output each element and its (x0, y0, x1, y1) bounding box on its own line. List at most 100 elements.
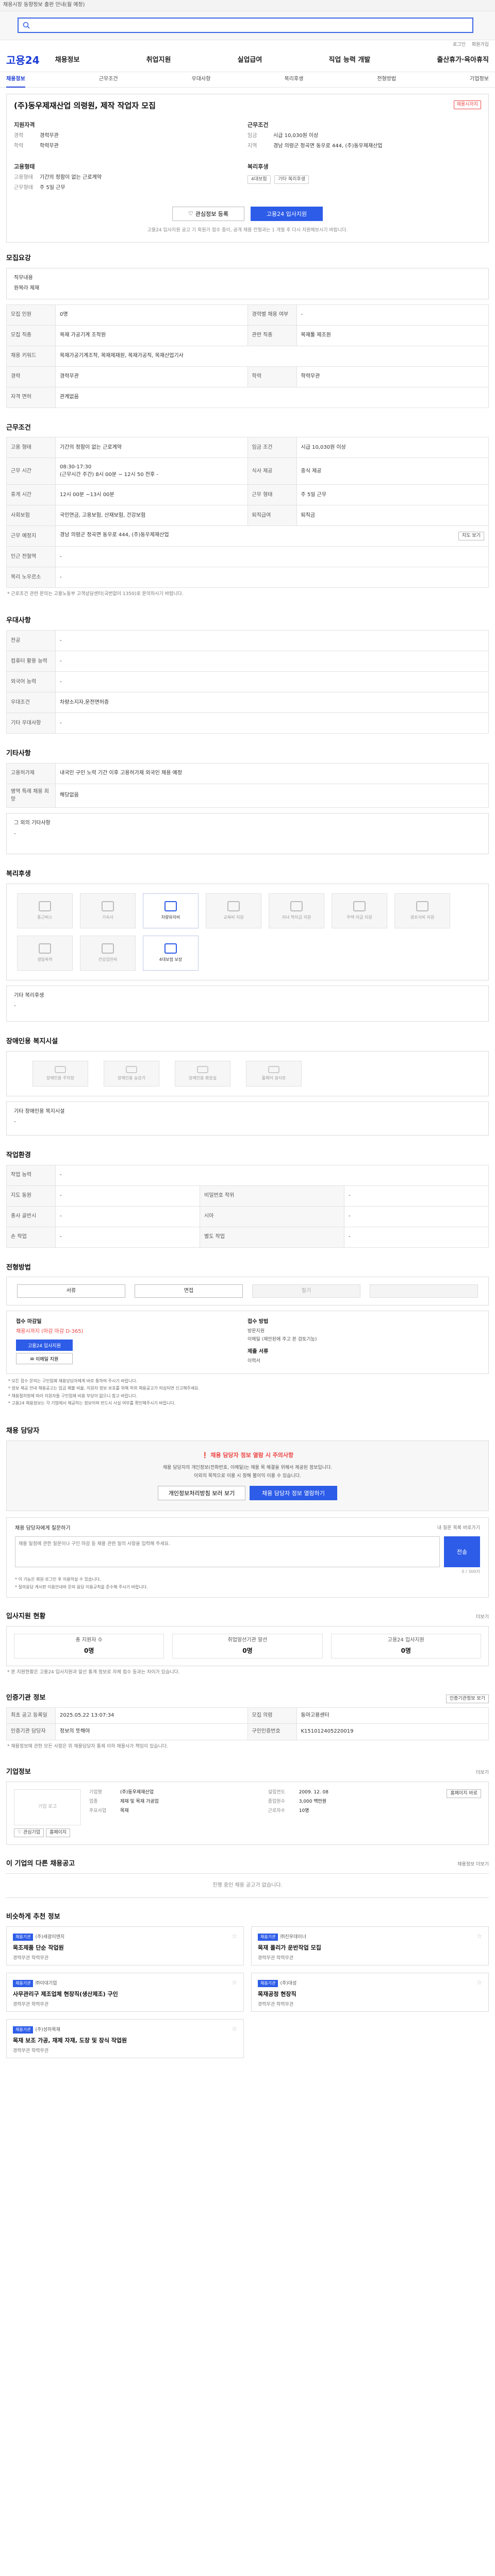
map-view-button[interactable]: 지도 보기 (458, 532, 484, 541)
table-row: 병역 특례 채용 희망 해당없음 (6, 784, 489, 808)
warning-title: ❗ 채용 담당자 정보 열람 시 주의사항 (201, 1451, 294, 1459)
deadline-text: 채용시까지 (마감 마감 D-365) (16, 1328, 84, 1334)
kv-education: 학력 학력무관 (14, 143, 59, 149)
company-more-link[interactable]: 더보기 (476, 1770, 489, 1776)
envelope-icon (416, 901, 428, 912)
welfare-item-housing: 주택 자금 지원 (332, 893, 387, 928)
table-row: 지도 동원 - 비밀번호 작위 - (6, 1185, 489, 1207)
table-row: 외국어 능력 - (6, 671, 489, 693)
gnb-item-jobs[interactable]: 채용정보 (55, 56, 80, 65)
company-logo: 기업 로고 (14, 1789, 81, 1825)
table-row: 복리 노우르소 - (6, 567, 489, 588)
welfare-item-dorm: 기숙사 (80, 893, 136, 928)
shield-icon (164, 943, 177, 954)
section-recommend: 비슷하게 추천 정보 채용기관 (주)세광이엔지 ☆ 목조제품 단순 작업원 경력… (6, 1898, 489, 2074)
table-row: 작업 능력 - (6, 1164, 489, 1186)
status-more-link[interactable]: 더보기 (476, 1614, 489, 1621)
parking-icon (55, 1065, 66, 1073)
save-interest-button[interactable]: ♡ 관심정보 등록 (172, 206, 244, 221)
etc-extra-box: 그 외의 기타사항 - (6, 813, 489, 855)
disabled-item-toilet: 장애인용 화장실 (175, 1060, 230, 1087)
gnb-item-leave[interactable]: 출산휴가·육아휴직 (437, 56, 489, 65)
homepage-button[interactable]: 홈페이지 (46, 1828, 71, 1837)
signup-link[interactable]: 회원가입 (472, 42, 489, 48)
privacy-policy-button[interactable]: 개인정보처리방침 보러 보기 (158, 1485, 245, 1500)
page: 채용시장 동향정보 출판 안내(월 예정) 로그인 회원가입 고용24 채용정보… (0, 0, 495, 2074)
agency-info-button[interactable]: 인증기관정보 보기 (446, 1694, 489, 1704)
section-agency: 인증기관 정보 인증기관정보 보기 최초 공고 등록일 2025.05.22 13… (6, 1679, 489, 1753)
workenv-table: 작업 능력 - 지도 동원 - 비밀번호 작위 - 종사 골반시 - 시아 - 손 작업 - 별도… (6, 1164, 489, 1248)
job-desc-box: 직무내용 원목라 제재 (6, 267, 489, 299)
alert-icon: ❗ (201, 1451, 211, 1459)
recommend-card[interactable]: 채용기관 ㈜이대기업 ☆ 사무관리구 제조업체 현장직(생산제조) 구인 경력무관… (6, 1973, 244, 2012)
tab-process[interactable]: 전형방법 (377, 76, 396, 83)
gnb-item-training[interactable]: 직업 능력 개발 (328, 56, 370, 65)
section-title: 모집요강 (6, 254, 31, 262)
recommend-card[interactable]: 채용기관 (주)성하목재 ☆ 목재 보조 가공, 재제 자재, 도장 및 장식 작… (6, 2019, 244, 2058)
table-row: 인근 전철역 - (6, 546, 489, 568)
tab-company[interactable]: 기업정보 (470, 76, 489, 83)
section-title: 기업정보 (6, 1768, 31, 1776)
section-welfare: 복리후생 통근버스 기숙사 차량유지비 교육비 지원 자녀 학자금 지원 주택 … (6, 854, 489, 1022)
my-questions-link[interactable]: 내 질문 목록 바로가기 (437, 1525, 480, 1533)
tab-welfare[interactable]: 복리후생 (284, 76, 303, 83)
interest-company-button[interactable]: ♡ 관심기업 (14, 1828, 44, 1837)
tab-recruit[interactable]: 채용정보 (6, 76, 25, 88)
recommend-card[interactable]: 채용기관 ㈜진우데이너 ☆ 목재 폴리가 운반작업 모집 경력무관 학력무관 (251, 1926, 489, 1965)
other-jobs-more-link[interactable]: 채용정보 더보기 (457, 1861, 489, 1868)
logo[interactable]: 고용24 (6, 53, 40, 68)
employment-head: 고용형태 (14, 163, 35, 170)
section-title: 입사지원 현황 (6, 1613, 46, 1621)
table-row: 고용허가제 내국인 구인 노력 기간 이후 고용허가제 외국인 채용 예정 (6, 763, 489, 785)
question-input[interactable] (15, 1536, 440, 1568)
view-contact-button[interactable]: 채용 담당자 정보 열람하기 (250, 1485, 337, 1500)
login-link[interactable]: 로그인 (453, 42, 466, 48)
char-count: 0 / 300자 (461, 1569, 480, 1574)
star-icon[interactable]: ☆ (476, 1932, 482, 1941)
job-summary-card: (주)동우제재산업 의령원, 제작 작업자 모집 채용시까지 지원자격 경력 경력… (6, 94, 489, 243)
cake-icon (39, 943, 51, 954)
company-homepage-link[interactable]: 홈페이지 바로 (447, 1789, 482, 1798)
recommend-card[interactable]: 채용기관 (주)대성 ☆ 목재공정 현장직 경력무관 학력무관 (251, 1973, 489, 2012)
apply-online-button[interactable]: 고용24 입사지원 (16, 1340, 73, 1351)
recommend-card[interactable]: 채용기관 (주)세광이엔지 ☆ 목조제품 단순 작업원 경력무관 학력무관 (6, 1926, 244, 1965)
table-row: 기타 우대사항 - (6, 713, 489, 734)
welfare-item-education: 교육비 지원 (206, 893, 261, 928)
section-contact: 채용 담당자 ❗ 채용 담당자 정보 열람 시 주의사항 채용 담당자의 개인정… (6, 1412, 489, 1598)
search-input[interactable] (33, 22, 472, 29)
process-step: 필기 (252, 1284, 360, 1298)
star-icon[interactable]: ☆ (232, 1978, 237, 1987)
star-icon[interactable]: ☆ (476, 1978, 482, 1987)
table-row: 모집 직종 목재 가공기계 조작원 관련 직종 목재툴 제조원 (6, 325, 489, 346)
contact-warning-box: ❗ 채용 담당자 정보 열람 시 주의사항 채용 담당자의 개인정보(전화번호,… (6, 1440, 489, 1511)
star-icon[interactable]: ☆ (232, 1932, 237, 1941)
gnb-item-support[interactable]: 취업지원 (146, 56, 171, 65)
table-row: 컴퓨터 활용 능력 - (6, 651, 489, 672)
util-links: 로그인 회원가입 (0, 40, 495, 49)
deadline-badge: 채용시까지 (453, 100, 481, 110)
welfare-item-insurance: 4대보험 보장 (143, 935, 199, 971)
bus-icon (39, 901, 51, 912)
section-title: 기타사항 (6, 750, 31, 758)
section-process: 전형방법 서류 면접 필기 접수 마감일 채용시까지 (마감 마감 D-365)… (6, 1248, 489, 1412)
tab-conditions[interactable]: 근무조건 (99, 76, 118, 83)
process-step (370, 1284, 478, 1298)
apply-button[interactable]: 고용24 입사지원 (251, 206, 323, 221)
etc-table: 고용허가제 내국인 구인 노력 기간 이후 고용허가제 외국인 채용 예정 병역 … (6, 763, 489, 808)
process-step: 면접 (135, 1284, 243, 1298)
graduation-icon (290, 901, 303, 912)
tab-preference[interactable]: 우대사항 (192, 76, 211, 83)
apply-email-button[interactable]: ✉ 이메일 지원 (16, 1353, 73, 1365)
send-question-button[interactable]: 전송 (444, 1536, 480, 1568)
notice-text[interactable]: 채용시장 동향정보 출판 안내(월 예정) (3, 2, 85, 8)
welfare-grid: 통근버스 기숙사 차량유지비 교육비 지원 자녀 학자금 지원 주택 자금 지원… (6, 883, 489, 980)
company-box: 기업 로고 ♡ 관심기업 홈페이지 기업명 (주)동우제재산업 업종 제재 및 목재… (6, 1781, 489, 1845)
gnb-item-benefit[interactable]: 실업급여 (238, 56, 262, 65)
star-icon[interactable]: ☆ (232, 2025, 237, 2033)
search-box[interactable] (18, 18, 473, 33)
kv-employment-type: 고용형태 기간의 정함이 없는 근로계약 (14, 174, 102, 180)
table-row: 휴게 시간 12시 00분 ~13시 00분 근무 형태 주 5일 근무 (6, 484, 489, 506)
table-row: 인증기관 담당자 정보의 뜻해야 구인인증번호 K151012405220019 (6, 1723, 489, 1740)
section-title: 복리후생 (6, 870, 31, 878)
welfare-item-tuition: 자녀 학자금 지원 (269, 893, 324, 928)
